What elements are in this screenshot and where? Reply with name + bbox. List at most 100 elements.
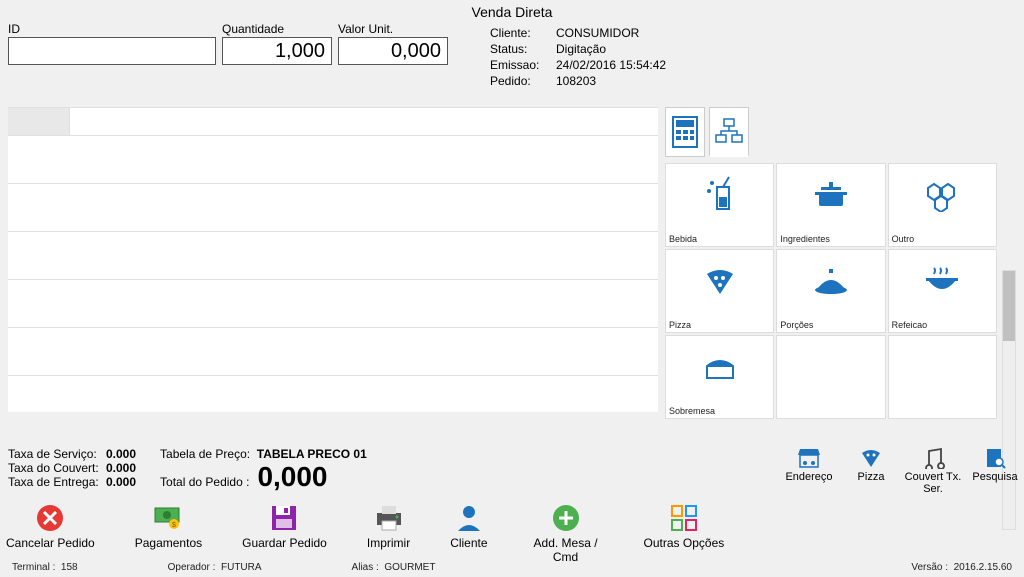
cancelar-label: Cancelar Pedido xyxy=(6,536,95,550)
page-title: Venda Direta xyxy=(0,4,1024,20)
category-pizza[interactable]: Pizza xyxy=(665,249,774,333)
category-label: Bebida xyxy=(669,234,697,244)
apps-icon xyxy=(669,503,699,533)
qty-label: Quantidade xyxy=(222,22,332,36)
couvert-button[interactable]: Couvert Tx. Ser. xyxy=(904,445,962,495)
taxa-couvert-label: Taxa do Couvert: xyxy=(8,461,106,475)
addmesa-label: Add. Mesa / Cmd xyxy=(528,536,604,564)
versao-label: Versão : xyxy=(911,562,948,573)
category-sobremesa[interactable]: Sobremesa xyxy=(665,335,774,419)
category-outro[interactable]: Outro xyxy=(888,163,997,247)
person-icon xyxy=(455,503,483,533)
versao-value: 2016.2.15.60 xyxy=(954,562,1012,573)
svg-text:$: $ xyxy=(172,522,176,529)
item-row[interactable] xyxy=(8,232,658,280)
item-row[interactable] xyxy=(8,376,658,412)
taxa-servico-value: 0.000 xyxy=(106,447,136,461)
item-row[interactable] xyxy=(8,280,658,328)
plus-icon xyxy=(551,503,581,533)
cliente-label: Cliente: xyxy=(490,26,556,40)
category-bebida[interactable]: Bebida xyxy=(665,163,774,247)
pizza-label: Pizza xyxy=(842,471,900,483)
pesquisa-label: Pesquisa xyxy=(966,471,1024,483)
category-label: Pizza xyxy=(669,320,691,330)
item-row[interactable] xyxy=(8,136,658,184)
store-icon xyxy=(796,447,822,469)
terminal-label: Terminal : xyxy=(12,562,55,573)
category-empty[interactable] xyxy=(888,335,997,419)
couvert-label: Couvert Tx. Ser. xyxy=(904,471,962,495)
id-label: ID xyxy=(8,22,216,36)
pot-icon xyxy=(811,178,851,212)
pagamentos-label: Pagamentos xyxy=(135,536,202,550)
taxa-entrega-value: 0.000 xyxy=(106,475,136,489)
addmesa-button[interactable]: Add. Mesa / Cmd xyxy=(528,502,604,564)
pizza-icon xyxy=(859,447,883,469)
total-value: 0,000 xyxy=(257,461,327,493)
category-label: Ingredientes xyxy=(780,234,830,244)
drink-icon xyxy=(703,175,737,215)
emissao-label: Emissao: xyxy=(490,58,556,72)
category-label: Sobremesa xyxy=(669,406,715,416)
printer-icon xyxy=(373,503,405,533)
category-ingredientes[interactable]: Ingredientes xyxy=(776,163,885,247)
bowl-icon xyxy=(922,266,962,296)
pesquisa-button[interactable]: Pesquisa xyxy=(966,445,1024,495)
terminal-value: 158 xyxy=(61,562,78,573)
item-row[interactable] xyxy=(8,328,658,376)
taxa-servico-label: Taxa de Serviço: xyxy=(8,447,106,461)
tabela-value: TABELA PRECO 01 xyxy=(257,447,367,461)
cliente-button[interactable]: Cliente xyxy=(450,502,487,564)
item-row[interactable] xyxy=(8,184,658,232)
endereco-button[interactable]: Endereço xyxy=(780,445,838,495)
search-doc-icon xyxy=(984,447,1006,469)
val-input[interactable]: 0,000 xyxy=(338,37,448,65)
cliente-label: Cliente xyxy=(450,536,487,550)
id-input[interactable] xyxy=(8,37,216,65)
tab-calculator[interactable] xyxy=(665,107,705,157)
total-label: Total do Pedido : xyxy=(160,475,249,489)
music-icon xyxy=(921,447,945,469)
qty-input[interactable]: 1,000 xyxy=(222,37,332,65)
endereco-label: Endereço xyxy=(780,471,838,483)
imprimir-label: Imprimir xyxy=(367,536,410,550)
status-value: Digitação xyxy=(556,42,606,56)
tab-categories[interactable] xyxy=(709,107,749,157)
money-icon: $ xyxy=(152,504,184,532)
cake-icon xyxy=(701,352,739,382)
status-label: Status: xyxy=(490,42,556,56)
operador-label: Operador : xyxy=(168,562,216,573)
pedido-label: Pedido: xyxy=(490,74,556,88)
pagamentos-button[interactable]: $ Pagamentos xyxy=(135,502,202,564)
save-icon xyxy=(269,503,299,533)
emissao-value: 24/02/2016 15:54:42 xyxy=(556,58,666,72)
operador-value: FUTURA xyxy=(221,562,262,573)
imprimir-button[interactable]: Imprimir xyxy=(367,502,410,564)
guardar-label: Guardar Pedido xyxy=(242,536,327,550)
calculator-icon xyxy=(671,115,699,149)
category-label: Outro xyxy=(892,234,915,244)
tree-icon xyxy=(714,117,744,147)
category-porcoes[interactable]: Porções xyxy=(776,249,885,333)
tabela-label: Tabela de Preço: xyxy=(160,447,250,461)
cancelar-button[interactable]: Cancelar Pedido xyxy=(6,502,95,564)
items-grid[interactable] xyxy=(8,107,658,412)
hex-icon xyxy=(922,178,962,212)
dish-icon xyxy=(812,266,850,296)
category-refeicao[interactable]: Refeicao xyxy=(888,249,997,333)
taxa-entrega-label: Taxa de Entrega: xyxy=(8,475,106,489)
category-label: Porções xyxy=(780,320,813,330)
taxa-couvert-value: 0.000 xyxy=(106,461,136,475)
cancel-icon xyxy=(35,503,65,533)
val-label: Valor Unit. xyxy=(338,22,448,36)
pizza-button[interactable]: Pizza xyxy=(842,445,900,495)
pedido-value: 108203 xyxy=(556,74,596,88)
category-label: Refeicao xyxy=(892,320,928,330)
alias-value: GOURMET xyxy=(384,562,435,573)
cliente-value: CONSUMIDOR xyxy=(556,26,639,40)
guardar-button[interactable]: Guardar Pedido xyxy=(242,502,327,564)
outras-button[interactable]: Outras Opções xyxy=(644,502,725,564)
alias-label: Alias : xyxy=(352,562,379,573)
category-empty[interactable] xyxy=(776,335,885,419)
outras-label: Outras Opções xyxy=(644,536,725,550)
